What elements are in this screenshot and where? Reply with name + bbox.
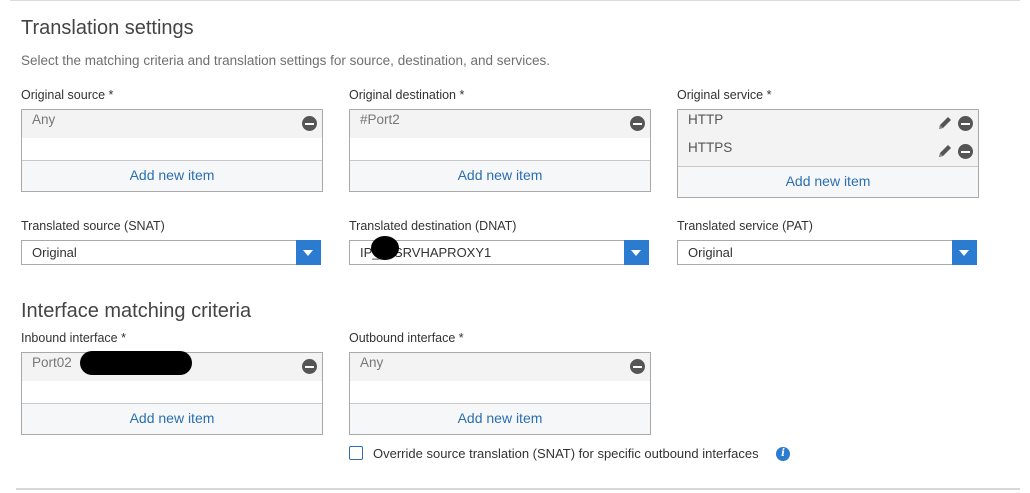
remove-item-icon[interactable] [302,359,317,374]
translated-destination-label: Translated destination (DNAT) [349,219,517,233]
info-icon[interactable]: i [776,447,790,461]
chevron-down-icon[interactable] [624,240,649,265]
list-item-label: #Port2 [360,112,400,127]
translation-settings-subtitle: Select the matching criteria and transla… [21,53,551,68]
add-new-item-button[interactable]: Add new item [22,403,322,434]
remove-item-icon[interactable] [630,116,645,131]
list-item: HTTPS [678,138,978,166]
translated-source-label: Translated source (SNAT) [21,219,165,233]
remove-item-icon[interactable] [958,116,973,131]
list-item: Any [22,110,322,138]
redaction-mark [80,351,192,375]
override-snat-checkbox[interactable] [349,446,363,460]
bottom-divider [16,488,1020,490]
add-new-item-button[interactable]: Add new item [350,403,650,434]
override-snat-label: Override source translation (SNAT) for s… [373,446,759,461]
original-source-label: Original source * [21,88,114,102]
chevron-down-icon[interactable] [952,240,977,265]
list-item: HTTP [678,110,978,138]
translated-service-select[interactable]: Original [677,240,977,265]
original-destination-label: Original destination * [349,88,465,102]
chevron-down-icon[interactable] [296,240,321,265]
list-item-label: Any [360,355,384,370]
original-service-list: HTTP HTTPS Add new item [677,109,979,198]
add-new-item-button[interactable]: Add new item [350,160,650,191]
list-item-label: Any [32,112,56,127]
remove-item-icon[interactable] [958,144,973,159]
top-divider [10,0,1020,1]
add-new-item-button[interactable]: Add new item [678,166,978,197]
list-item-label: HTTPS [688,140,733,155]
original-destination-list: #Port2 Add new item [349,109,651,192]
add-new-item-button[interactable]: Add new item [22,160,322,191]
interface-matching-title: Interface matching criteria [21,300,252,322]
translated-service-label: Translated service (PAT) [677,219,813,233]
original-service-label: Original service * [677,88,772,102]
original-source-list: Any Add new item [21,109,323,192]
pencil-icon[interactable] [936,114,954,132]
list-item-label: Port02 [32,355,72,370]
remove-item-icon[interactable] [630,359,645,374]
remove-item-icon[interactable] [302,116,317,131]
list-item: Any [350,353,650,381]
outbound-interface-list: Any Add new item [349,352,651,435]
inbound-interface-label: Inbound interface * [21,331,126,345]
list-item: #Port2 [350,110,650,138]
translation-settings-title: Translation settings [21,17,194,39]
translated-source-value: Original [32,245,77,260]
translated-source-select[interactable]: Original [21,240,321,265]
redaction-mark [371,236,399,260]
list-item-label: HTTP [688,112,724,127]
pencil-icon[interactable] [936,142,954,160]
translated-service-value: Original [688,245,733,260]
outbound-interface-label: Outbound interface * [349,331,464,345]
